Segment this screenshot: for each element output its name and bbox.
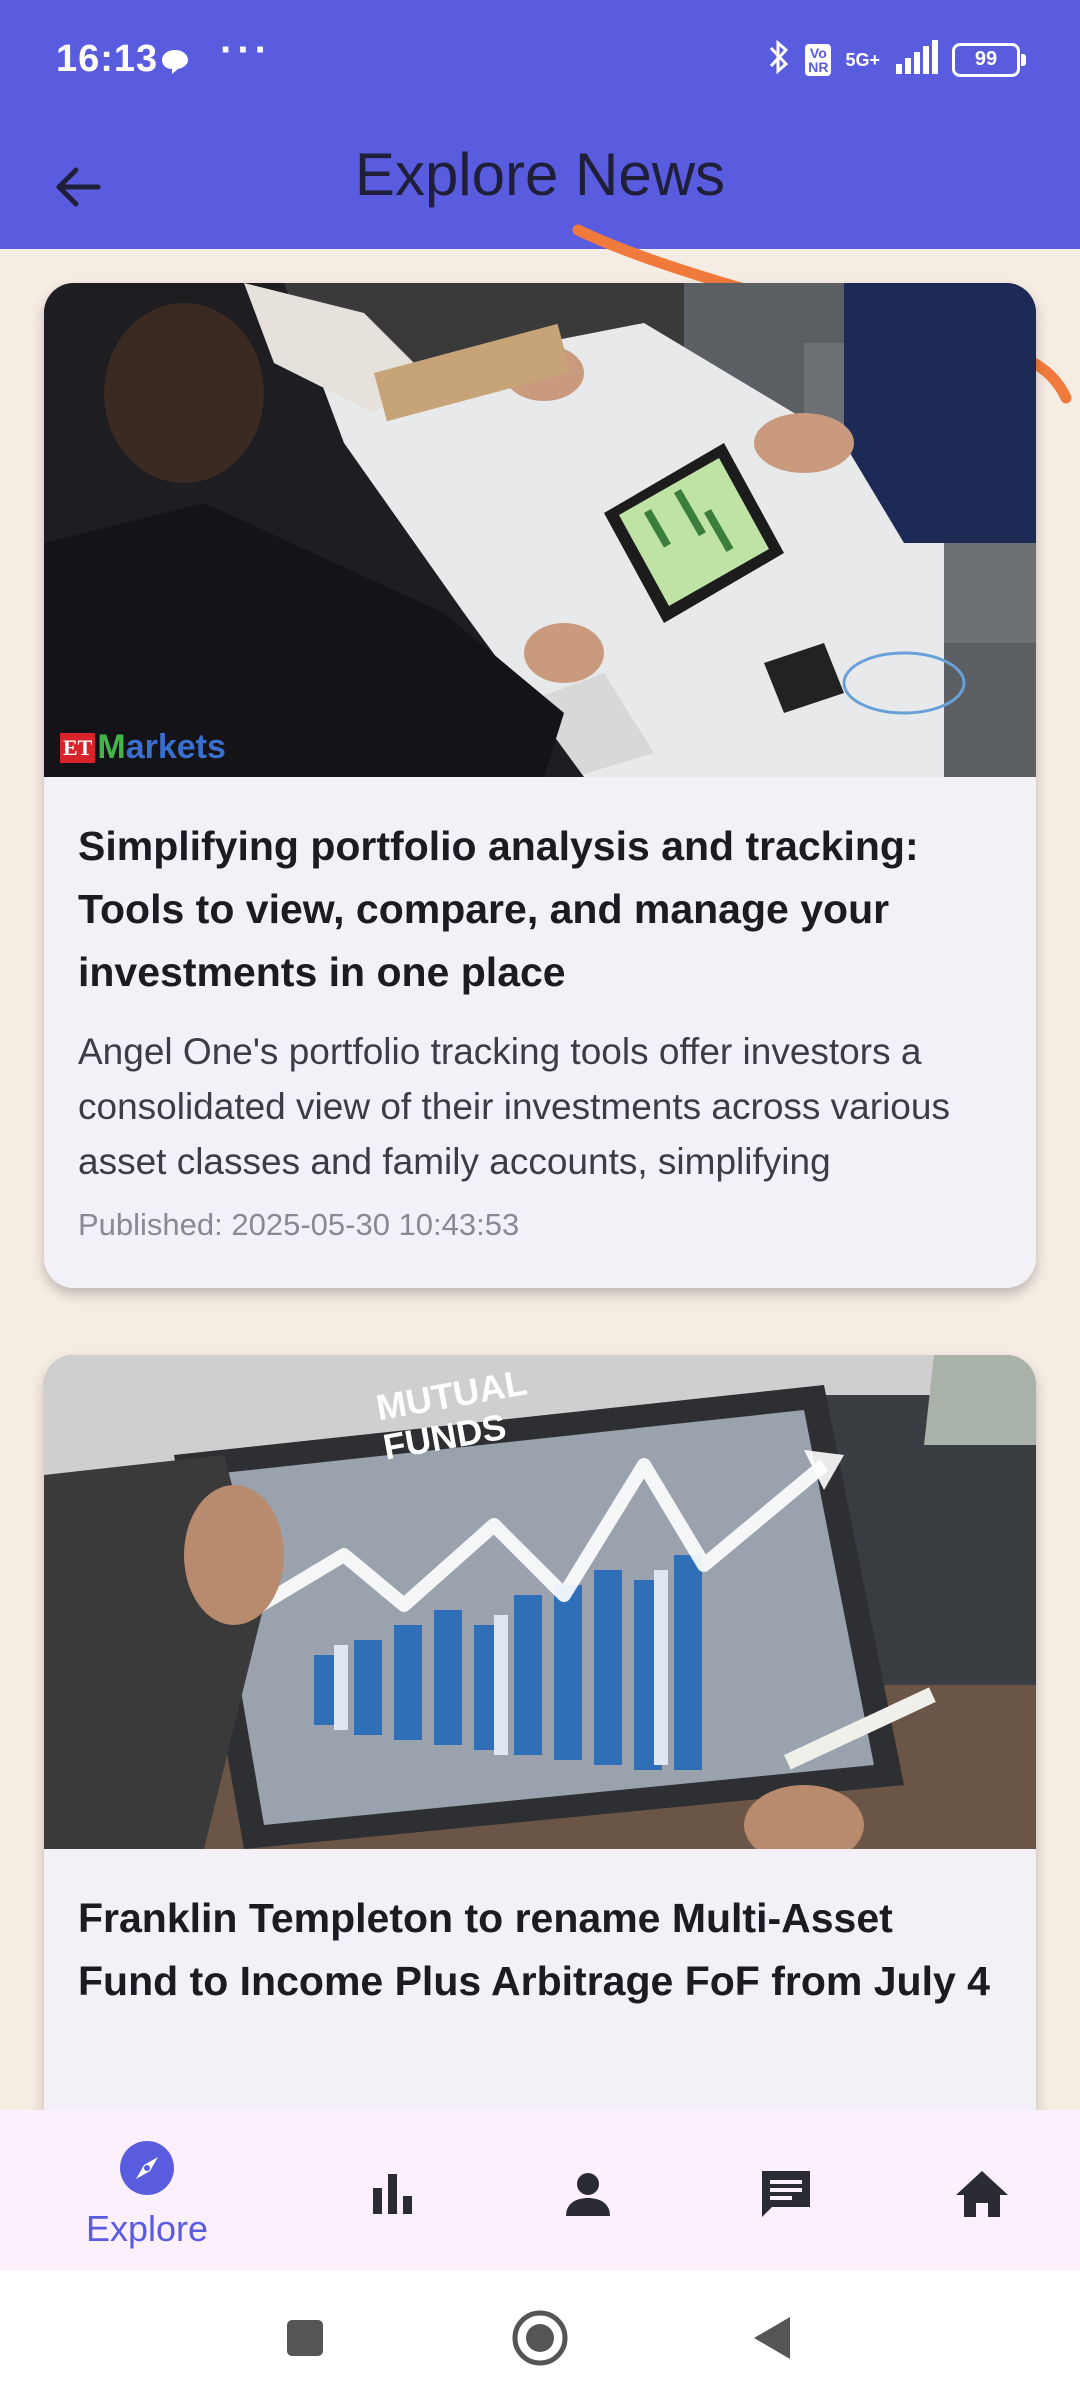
square-icon — [287, 2320, 323, 2356]
et-markets-logo: ET Markets — [60, 728, 226, 767]
home-icon — [950, 2162, 1014, 2226]
news-card[interactable]: MUTUAL FUNDS Franklin Templeton to renam… — [44, 1355, 1036, 2155]
chat-icon — [754, 2162, 818, 2226]
chat-notification-icon — [160, 48, 190, 81]
article-title: Franklin Templeton to rename Multi-Asset… — [78, 1895, 990, 2004]
status-indicators: Vo NR 5G+ 99 — [767, 38, 1026, 81]
status-time: 16:13 — [56, 38, 159, 80]
nav-item-messages[interactable] — [706, 2110, 866, 2270]
status-bar: 16:13 ··· Vo NR 5G+ 99 — [0, 0, 1080, 125]
battery-icon: 99 — [952, 42, 1026, 77]
news-card[interactable]: ET Markets Simplifying portfolio analysis… — [44, 283, 1036, 1288]
recent-apps-button[interactable] — [275, 2308, 335, 2368]
system-home-button[interactable] — [510, 2308, 570, 2368]
article-title: Simplifying portfolio analysis and track… — [78, 823, 919, 995]
nav-item-stats[interactable] — [313, 2110, 473, 2270]
card-body: Franklin Templeton to rename Multi-Asset… — [44, 1849, 1036, 2013]
battery-level: 99 — [974, 48, 998, 70]
system-back-button[interactable] — [742, 2308, 802, 2368]
bottom-navigation: Explore — [0, 2110, 1080, 2270]
nav-item-home[interactable] — [902, 2110, 1062, 2270]
bar-chart-icon — [361, 2162, 425, 2226]
article-summary: Angel One's portfolio tracking tools off… — [78, 1031, 950, 1182]
triangle-back-icon — [754, 2317, 790, 2359]
volte-badge: Vo NR — [805, 43, 832, 76]
bluetooth-icon — [767, 38, 791, 81]
network-type: 5G+ — [845, 49, 880, 70]
page-title: Explore News — [354, 141, 726, 208]
nav-label-explore: Explore — [85, 2208, 209, 2249]
article-image: ET Markets — [44, 283, 1036, 777]
article-image: MUTUAL FUNDS — [44, 1355, 1036, 1849]
nav-item-explore[interactable]: Explore — [67, 2110, 227, 2270]
compass-icon — [115, 2136, 179, 2200]
person-icon — [556, 2162, 620, 2226]
system-navigation-bar — [0, 2270, 1080, 2400]
circle-icon — [512, 2310, 568, 2366]
signal-icon — [894, 40, 938, 79]
more-notifications-indicator: ··· — [220, 28, 272, 72]
app-bar: Explore News — [0, 125, 1080, 249]
nav-item-profile[interactable] — [508, 2110, 668, 2270]
published-date: Published: 2025-05-30 10:43:53 — [78, 1207, 520, 1242]
card-body: Simplifying portfolio analysis and track… — [44, 777, 1036, 1243]
